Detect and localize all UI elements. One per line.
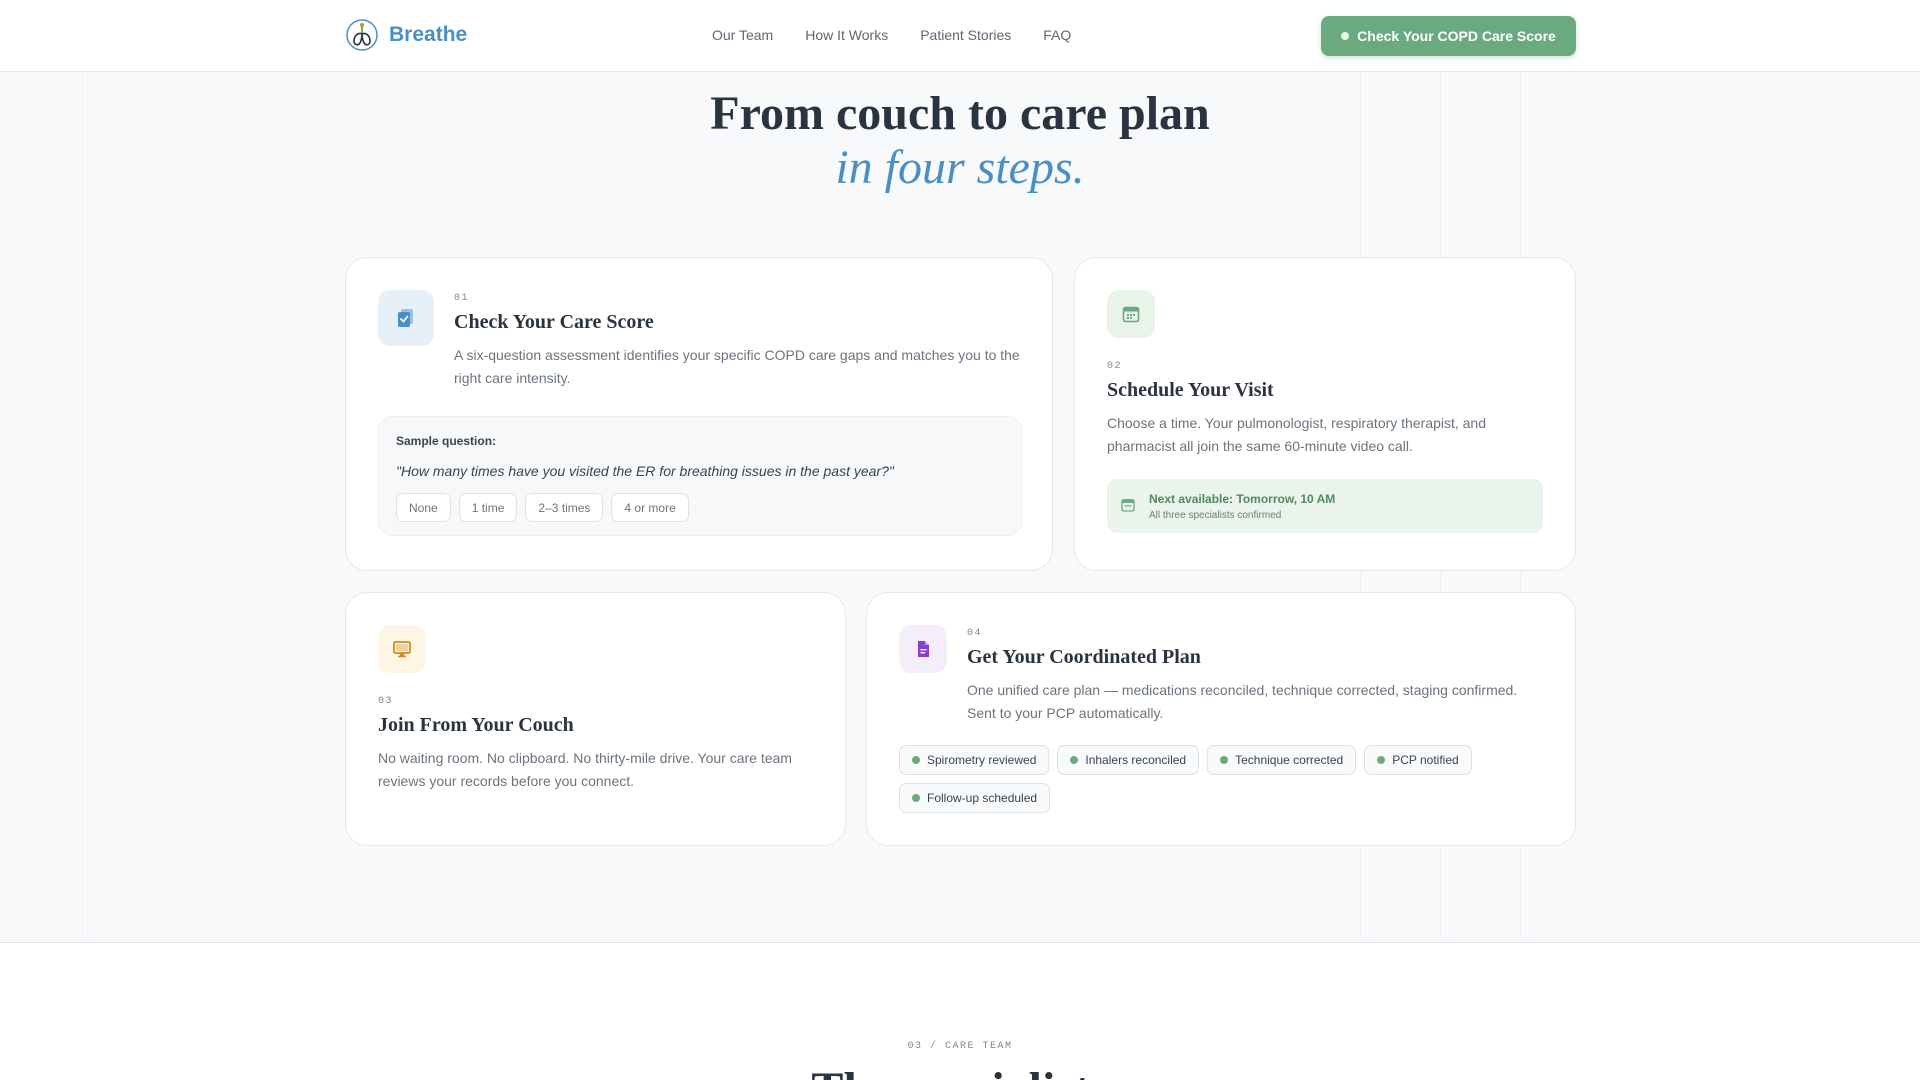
step-title: Schedule Your Visit [1107, 379, 1274, 401]
calendar-small-icon [1121, 499, 1135, 512]
step-3-icon-box [378, 625, 426, 673]
step-card-4: 04 Get Your Coordinated Plan One unified… [866, 592, 1576, 846]
nav-our-team[interactable]: Our Team [712, 27, 773, 43]
hero-title: From couch to care plan [710, 87, 1210, 140]
chip-label: Inhalers reconciled [1085, 753, 1187, 767]
step-card-3: 03 Join From Your Couch No waiting room.… [345, 592, 846, 846]
calendar-icon [1122, 306, 1140, 323]
option-none[interactable]: None [396, 493, 451, 522]
step-description: Choose a time. Your pulmonologist, respi… [1107, 415, 1486, 454]
nav-faq[interactable]: FAQ [1043, 27, 1071, 43]
step-description: No waiting room. No clipboard. No thirty… [378, 750, 792, 789]
chip-label: Technique corrected [1235, 753, 1344, 767]
chip-spirometry: Spirometry reviewed [899, 745, 1050, 775]
step-4-icon-box [899, 625, 947, 673]
status-dot-icon [1341, 32, 1350, 40]
availability-note: All three specialists confirmed [1149, 510, 1282, 521]
step-1-icon-box [378, 290, 434, 346]
check-dot-icon [1070, 756, 1079, 764]
main-nav: Our Team How It Works Patient Stories FA… [712, 27, 1071, 43]
chip-label: Follow-up scheduled [927, 791, 1038, 805]
availability-box[interactable]: Next available: Tomorrow, 10 AM All thre… [1107, 479, 1543, 533]
bg-line [82, 72, 83, 940]
option-1-time[interactable]: 1 time [458, 493, 518, 522]
plan-checklist: Spirometry reviewed Inhalers reconciled … [899, 745, 1579, 813]
check-dot-icon [1220, 756, 1229, 764]
chip-label: Spirometry reviewed [927, 753, 1037, 767]
step-number: 02 [1107, 361, 1123, 372]
site-header: Breathe Our Team How It Works Patient St… [0, 0, 1920, 72]
step-description: A six-question assessment identifies you… [454, 347, 1020, 386]
step-description: One unified care plan — medications reco… [967, 682, 1518, 721]
document-icon [918, 641, 929, 657]
option-2-3-times[interactable]: 2–3 times [525, 493, 604, 522]
nav-how-it-works[interactable]: How It Works [805, 27, 888, 43]
section-title: The specialists [0, 1062, 1920, 1080]
chip-technique: Technique corrected [1207, 745, 1357, 775]
next-available: Next available: Tomorrow, 10 AM [1149, 492, 1336, 506]
logo-text: Breathe [389, 23, 468, 46]
section-tag: 03 / CARE TEAM [907, 1041, 1013, 1052]
hero-subtitle: in four steps. [835, 141, 1085, 194]
sample-question: "How many times have you visited the ER … [396, 463, 894, 479]
cta-label: Check Your COPD Care Score [1357, 28, 1556, 44]
step-number: 03 [378, 696, 394, 707]
clipboard-check-icon [398, 309, 413, 327]
chip-pcp: PCP notified [1364, 745, 1472, 775]
option-4-or-more[interactable]: 4 or more [611, 493, 689, 522]
step-2-icon-box [1107, 290, 1155, 338]
monitor-icon [393, 641, 411, 658]
check-dot-icon [1377, 756, 1386, 764]
logo[interactable]: Breathe [345, 18, 467, 52]
sample-question-box: Sample question: "How many times have yo… [378, 416, 1022, 536]
care-team-section [0, 943, 1920, 1080]
step-card-2: 02 Schedule Your Visit Choose a time. Yo… [1074, 257, 1576, 571]
check-dot-icon [912, 794, 920, 802]
step-number: 04 [967, 628, 983, 639]
step-number: 01 [454, 293, 470, 304]
chip-label: PCP notified [1392, 753, 1459, 767]
sample-label: Sample question: [396, 434, 497, 448]
step-title: Get Your Coordinated Plan [967, 646, 1201, 668]
lungs-logo-icon [346, 19, 378, 51]
step-title: Check Your Care Score [454, 311, 654, 333]
step-title: Join From Your Couch [378, 714, 574, 736]
chip-follow-up: Follow-up scheduled [899, 783, 1051, 813]
step-card-1: 01 Check Your Care Score A six-question … [345, 257, 1053, 571]
nav-patient-stories[interactable]: Patient Stories [920, 27, 1011, 43]
check-care-score-button[interactable]: Check Your COPD Care Score [1321, 16, 1576, 56]
check-dot-icon [912, 756, 920, 764]
answer-options: None 1 time 2–3 times 4 or more [396, 493, 689, 522]
chip-inhalers: Inhalers reconciled [1057, 745, 1200, 775]
